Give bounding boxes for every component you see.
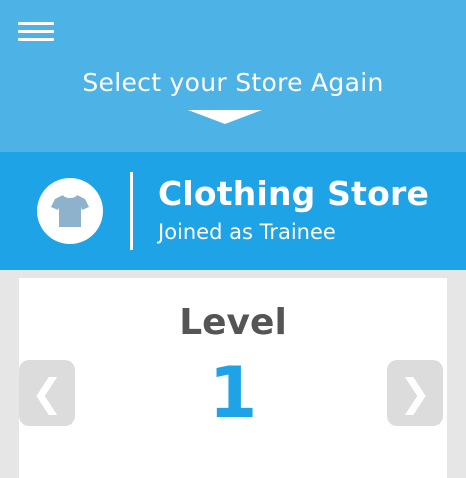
select-store-again-link[interactable]: Select your Store Again bbox=[0, 68, 466, 97]
chevron-left-icon: ❮ bbox=[31, 371, 63, 415]
store-name: Clothing Store bbox=[158, 174, 430, 213]
tshirt-icon bbox=[51, 195, 89, 227]
chevron-down-icon[interactable] bbox=[188, 110, 262, 124]
chevron-right-icon: ❯ bbox=[399, 371, 431, 415]
store-avatar bbox=[37, 178, 103, 244]
store-role: Joined as Trainee bbox=[158, 220, 336, 244]
next-button[interactable]: ❯ bbox=[387, 360, 443, 426]
level-label: Level bbox=[179, 302, 287, 343]
hamburger-menu-icon[interactable] bbox=[18, 22, 54, 41]
vertical-divider bbox=[130, 172, 133, 250]
top-bar: Select your Store Again bbox=[0, 0, 466, 152]
previous-button[interactable]: ❮ bbox=[19, 360, 75, 426]
